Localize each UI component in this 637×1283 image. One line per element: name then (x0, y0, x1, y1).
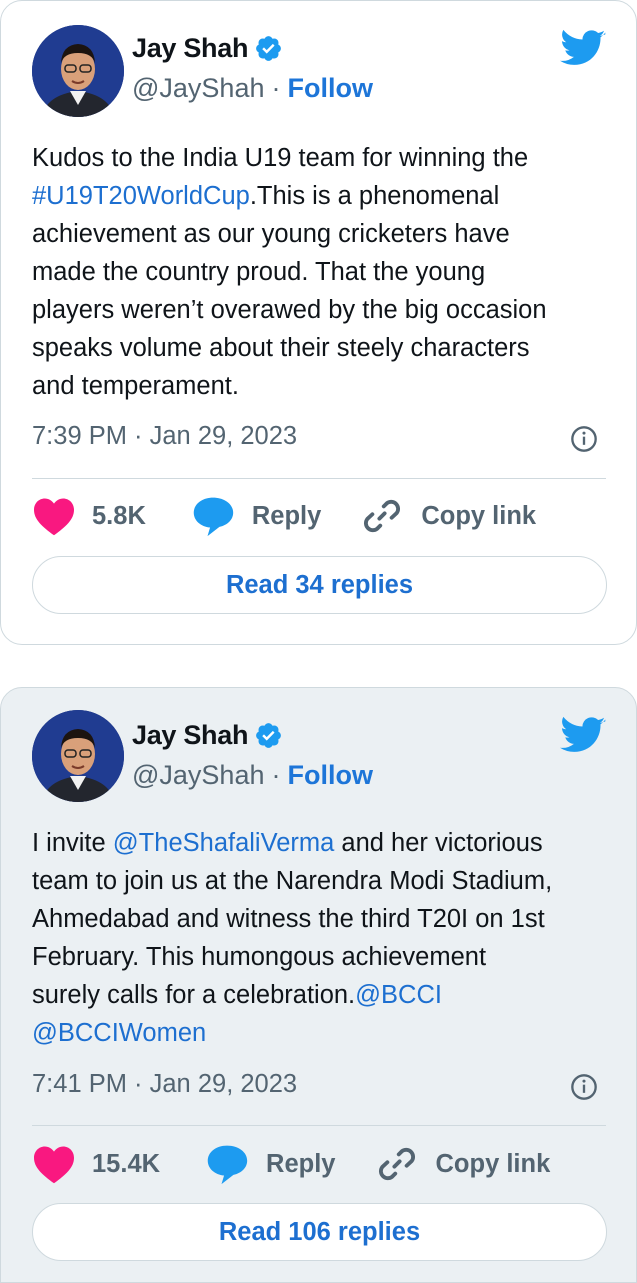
author-name[interactable]: Jay Shah (132, 720, 283, 751)
like-button[interactable]: 15.4K (32, 1144, 160, 1184)
author-name[interactable]: Jay Shah (132, 33, 283, 64)
heart-icon (34, 498, 74, 536)
mention-link[interactable]: @TheShafaliVerma (113, 829, 335, 857)
tweet-text: I invite @TheShafaliVerma and her victor… (32, 824, 617, 1052)
copy-link-button[interactable]: Copy link (361, 495, 536, 537)
tweet-text-segment: .This is a phenomenal achievement as our… (32, 182, 547, 400)
reply-button[interactable]: Reply (204, 1142, 336, 1186)
copy-link-label: Copy link (435, 1149, 551, 1178)
like-button[interactable]: 5.8K (32, 496, 146, 536)
heart-icon (34, 1146, 74, 1184)
avatar[interactable] (32, 25, 124, 117)
handle[interactable]: @JayShah (132, 760, 264, 791)
tweet-text-segment: Kudos to the India U19 team for winning … (32, 144, 529, 172)
read-replies-button[interactable]: Read 106 replies (32, 1203, 607, 1261)
avatar[interactable] (32, 710, 124, 802)
tweet-text-segment: I invite (32, 829, 113, 857)
hashtag-link[interactable]: #U19T20WorldCup (32, 182, 250, 210)
mention-link[interactable]: @BCCI (355, 981, 442, 1009)
reply-bubble-icon (207, 1145, 248, 1185)
info-icon[interactable] (570, 425, 598, 453)
follow-link[interactable]: Follow (287, 760, 372, 791)
author-name-text[interactable]: Jay Shah (132, 720, 248, 751)
info-icon[interactable] (570, 1073, 598, 1101)
copy-link-icon (364, 499, 401, 533)
follow-link[interactable]: Follow (287, 73, 372, 104)
author-name-text[interactable]: Jay Shah (132, 33, 248, 64)
copy-link-button[interactable]: Copy link (376, 1143, 551, 1185)
twitter-bird-icon[interactable] (560, 716, 606, 756)
copy-link-label: Copy link (421, 501, 537, 530)
verified-badge-icon (256, 36, 282, 61)
reply-label: Reply (251, 501, 322, 530)
like-count: 5.8K (92, 501, 146, 530)
tweet-timestamp[interactable]: 7:41 PM · Jan 29, 2023 (32, 1070, 297, 1099)
twitter-bird-icon[interactable] (560, 29, 606, 69)
separator-dot: · (271, 760, 281, 790)
handle-row: @JayShah · Follow (132, 760, 373, 791)
handle-row: @JayShah · Follow (132, 73, 373, 104)
reply-bubble-icon (193, 497, 234, 537)
tweet-actions: 5.8K Reply Copy link (32, 493, 536, 539)
divider (32, 1125, 606, 1126)
tweet-actions: 15.4K Reply Copy link (32, 1141, 550, 1187)
reply-button[interactable]: Reply (190, 494, 321, 538)
copy-link-icon (378, 1147, 415, 1181)
tweet-text: Kudos to the India U19 team for winning … (32, 139, 617, 405)
separator-dot: · (271, 73, 281, 103)
tweet-card: Jay Shah @JayShah · Follow Kudos to the … (0, 0, 637, 645)
read-replies-button[interactable]: Read 34 replies (32, 556, 607, 614)
divider (32, 478, 606, 479)
reply-label: Reply (266, 1149, 336, 1178)
verified-badge-icon (256, 723, 282, 748)
mention-link[interactable]: @BCCIWomen (32, 1019, 206, 1047)
tweet-card: Jay Shah @JayShah · Follow I invite @The… (0, 687, 637, 1283)
handle[interactable]: @JayShah (132, 73, 264, 104)
like-count: 15.4K (92, 1149, 161, 1178)
tweet-timestamp[interactable]: 7:39 PM · Jan 29, 2023 (32, 422, 297, 451)
